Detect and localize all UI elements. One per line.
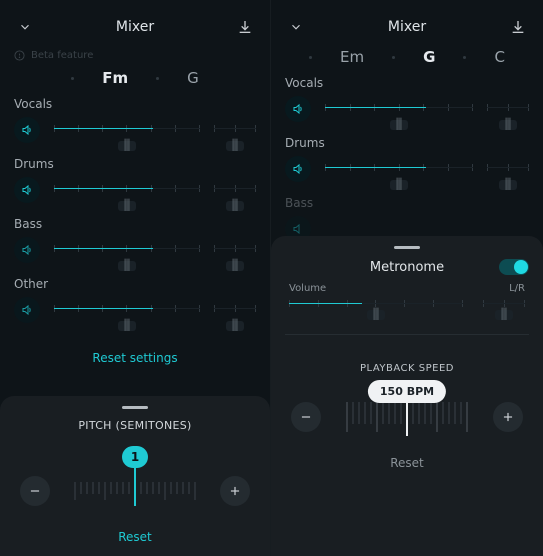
track-label: Other <box>14 277 256 291</box>
volume-slider-drums[interactable] <box>325 162 473 176</box>
download-icon[interactable] <box>234 16 256 38</box>
volume-slider-vocals[interactable] <box>54 123 200 137</box>
speed-reset-link[interactable]: Reset <box>285 446 529 470</box>
volume-thumb-icon[interactable]: ⦀ <box>390 120 408 130</box>
chevron-down-icon[interactable] <box>285 16 307 38</box>
chord-dot <box>71 77 74 80</box>
volume-thumb-icon[interactable]: ⦀ <box>390 180 408 190</box>
track-label: Bass <box>14 217 256 231</box>
sheet-handle-icon[interactable] <box>394 246 420 249</box>
track-label: Drums <box>285 136 529 150</box>
volume-thumb-icon[interactable]: ⦀ <box>118 201 136 211</box>
mute-button-drums[interactable] <box>14 177 40 203</box>
track-label: Drums <box>14 157 256 171</box>
page-title: Mixer <box>388 19 426 35</box>
mute-button-drums[interactable] <box>285 156 311 182</box>
volume-slider-bass[interactable] <box>54 243 200 257</box>
pan-thumb-icon[interactable]: ⦀ <box>226 201 244 211</box>
playback-speed-title: PLAYBACK SPEED <box>285 363 529 374</box>
mute-button-vocals[interactable] <box>285 96 311 122</box>
volume-thumb-icon[interactable]: ⦀ <box>118 261 136 271</box>
chord-strip[interactable]: Fm G <box>0 69 270 93</box>
track-label: Bass <box>285 196 529 210</box>
volume-slider-vocals[interactable] <box>325 102 473 116</box>
chord-dot <box>392 56 395 59</box>
chord-dot <box>156 77 159 80</box>
pan-slider-bass[interactable] <box>214 243 256 257</box>
pan-thumb-icon[interactable]: ⦀ <box>499 180 517 190</box>
track-label: Vocals <box>285 76 529 90</box>
chord-dot <box>309 56 312 59</box>
pan-slider-other[interactable] <box>214 303 256 317</box>
download-icon[interactable] <box>507 16 529 38</box>
pitch-sheet: PITCH (SEMITONES) 1 Reset <box>0 396 270 556</box>
pan-thumb-icon[interactable]: ⦀ <box>499 120 517 130</box>
beta-label: Beta feature <box>31 50 93 61</box>
mute-button-vocals[interactable] <box>14 117 40 143</box>
toggle-knob-icon <box>514 260 528 274</box>
chevron-down-icon[interactable] <box>14 16 36 38</box>
pan-slider-vocals[interactable] <box>487 102 529 116</box>
chord-current: Fm <box>102 69 128 87</box>
chord-next: G <box>187 69 199 87</box>
pitch-center-line-icon <box>134 464 136 506</box>
bpm-badge: 150 BPM <box>368 380 446 403</box>
chord-strip[interactable]: Em G C <box>271 48 543 72</box>
speed-plus-button[interactable] <box>493 402 523 432</box>
pan-slider-drums[interactable] <box>487 162 529 176</box>
volume-thumb-icon[interactable]: ⦀ <box>118 141 136 151</box>
divider <box>285 334 529 335</box>
pan-thumb-icon[interactable]: ⦀ <box>226 261 244 271</box>
reset-settings-link[interactable]: Reset settings <box>0 333 270 375</box>
pan-slider-vocals[interactable] <box>214 123 256 137</box>
chord-next: C <box>494 48 504 66</box>
track-label: Vocals <box>14 97 256 111</box>
volume-thumb-icon[interactable]: ⦀ <box>118 321 136 331</box>
metronome-label: Metronome <box>315 260 499 275</box>
pan-thumb-icon[interactable]: ⦀ <box>226 141 244 151</box>
metronome-volume-slider[interactable] <box>289 298 463 312</box>
sheet-handle-icon[interactable] <box>122 406 148 409</box>
metronome-pan-slider[interactable] <box>483 298 525 312</box>
chord-prev: Em <box>340 48 364 66</box>
chord-current: G <box>423 48 435 66</box>
pitch-plus-button[interactable] <box>220 476 250 506</box>
mute-button-bass[interactable] <box>14 237 40 263</box>
volume-label: Volume <box>289 283 326 294</box>
pitch-title: PITCH (SEMITONES) <box>14 419 256 432</box>
pan-slider-drums[interactable] <box>214 183 256 197</box>
volume-slider-drums[interactable] <box>54 183 200 197</box>
page-title: Mixer <box>116 19 154 35</box>
volume-slider-other[interactable] <box>54 303 200 317</box>
speed-minus-button[interactable] <box>291 402 321 432</box>
pitch-value-badge: 1 <box>122 446 148 468</box>
chord-dot <box>463 56 466 59</box>
pan-thumb-icon[interactable]: ⦀ <box>226 321 244 331</box>
pitch-reset-link[interactable]: Reset <box>14 520 256 544</box>
beta-badge: Beta feature <box>0 48 270 69</box>
pan-label: L/R <box>509 283 525 294</box>
metronome-sheet: Metronome Volume L/R ⦀ ⦀ PLAYBACK SPEED <box>271 236 543 556</box>
pitch-minus-button[interactable] <box>20 476 50 506</box>
metronome-toggle[interactable] <box>499 259 529 275</box>
mute-button-other[interactable] <box>14 297 40 323</box>
